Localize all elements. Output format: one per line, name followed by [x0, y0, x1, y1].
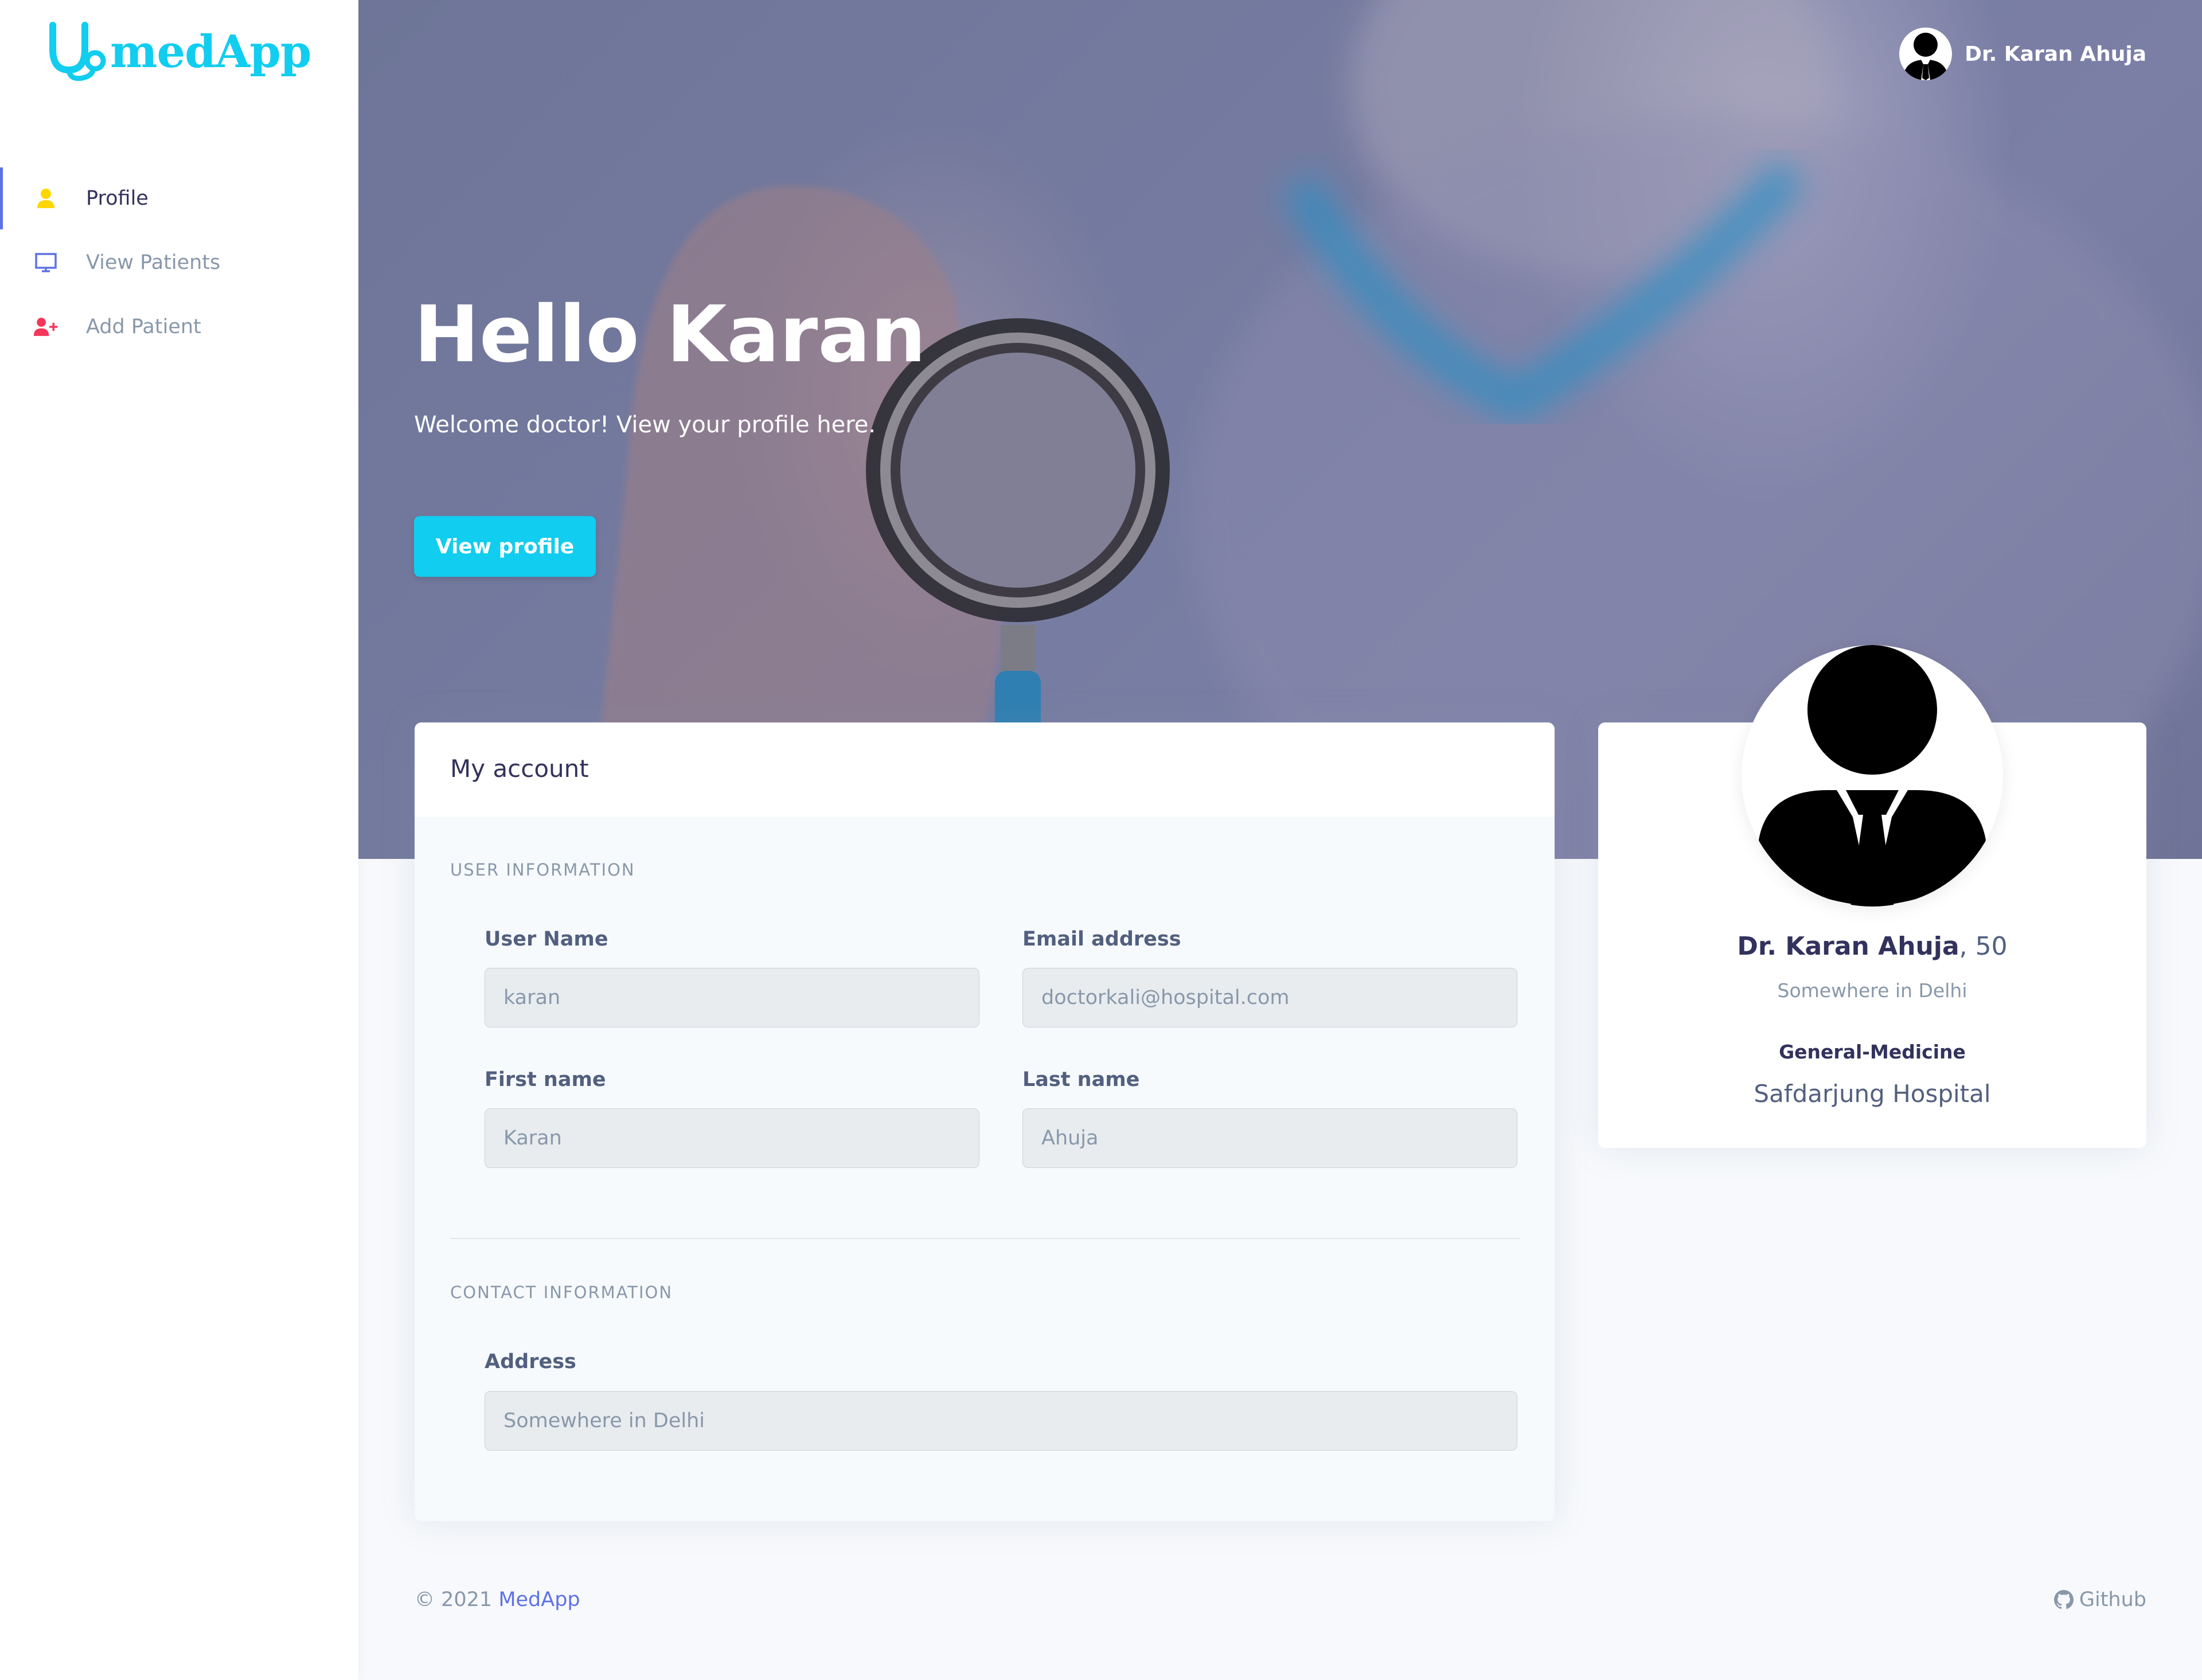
- profile-department: General-Medicine: [1779, 1041, 1966, 1063]
- contact-information-heading: CONTACT INFORMATION: [450, 1283, 673, 1302]
- account-title: My account: [450, 755, 589, 783]
- address-label: Address: [485, 1350, 576, 1373]
- app-logo[interactable]: medApp: [45, 21, 311, 84]
- sidebar-item-add-patient[interactable]: Add Patient: [0, 295, 358, 359]
- footer-copyright: © 2021 MedApp: [415, 1588, 580, 1611]
- github-icon: [2053, 1590, 2074, 1609]
- avatar-icon: [1899, 28, 1953, 80]
- hero-title: Hello Karan: [414, 290, 926, 380]
- logo-text: medApp: [110, 26, 311, 78]
- email-label: Email address: [1022, 928, 1181, 951]
- stethoscope-icon: [49, 22, 106, 81]
- profile-hospital: Safdarjung Hospital: [1754, 1080, 1991, 1108]
- profile-name-text: Dr. Karan Ahuja: [1737, 932, 1959, 961]
- sidebar-nav: Profile View Patients Add Patient: [0, 166, 358, 359]
- hero-subtitle: Welcome doctor! View your profile here.: [414, 412, 876, 438]
- sidebar-item-label: View Patients: [86, 251, 221, 274]
- user-plus-icon: [33, 314, 58, 339]
- last-name-input[interactable]: [1022, 1108, 1517, 1168]
- profile-name: Dr. Karan Ahuja, 50: [1598, 932, 2146, 961]
- section-divider: [450, 1238, 1520, 1239]
- view-profile-button[interactable]: View profile: [414, 516, 596, 577]
- sidebar-item-profile[interactable]: Profile: [0, 166, 358, 230]
- footer-brand-link[interactable]: MedApp: [498, 1588, 580, 1611]
- account-card: My account USER INFORMATION User Name Em…: [415, 722, 1555, 1521]
- sidebar-item-view-patients[interactable]: View Patients: [0, 230, 358, 295]
- github-label: Github: [2079, 1588, 2146, 1611]
- user-icon: [33, 186, 58, 211]
- monitor-icon: [33, 250, 58, 275]
- first-name-input[interactable]: [485, 1108, 979, 1168]
- email-input[interactable]: [1022, 968, 1517, 1027]
- username-label: User Name: [485, 928, 608, 951]
- copyright-text: © 2021: [415, 1588, 499, 1611]
- user-menu[interactable]: Dr. Karan Ahuja: [1899, 28, 2146, 80]
- last-name-label: Last name: [1022, 1068, 1140, 1091]
- address-input[interactable]: [485, 1391, 1517, 1451]
- sidebar-item-label: Add Patient: [86, 315, 201, 338]
- account-card-header: My account: [415, 722, 1555, 817]
- profile-location: Somewhere in Delhi: [1777, 979, 1967, 1002]
- first-name-label: First name: [485, 1068, 606, 1091]
- github-link[interactable]: Github: [2053, 1588, 2146, 1611]
- profile-avatar: [1742, 645, 2003, 907]
- sidebar-item-label: Profile: [86, 187, 149, 210]
- sidebar: medApp Profile View Patients Add Patient: [0, 0, 358, 1680]
- user-name: Dr. Karan Ahuja: [1965, 42, 2146, 66]
- username-input[interactable]: [485, 968, 979, 1027]
- avatar-icon: [1759, 645, 1986, 907]
- user-information-heading: USER INFORMATION: [450, 860, 635, 880]
- profile-age: , 50: [1959, 932, 2008, 961]
